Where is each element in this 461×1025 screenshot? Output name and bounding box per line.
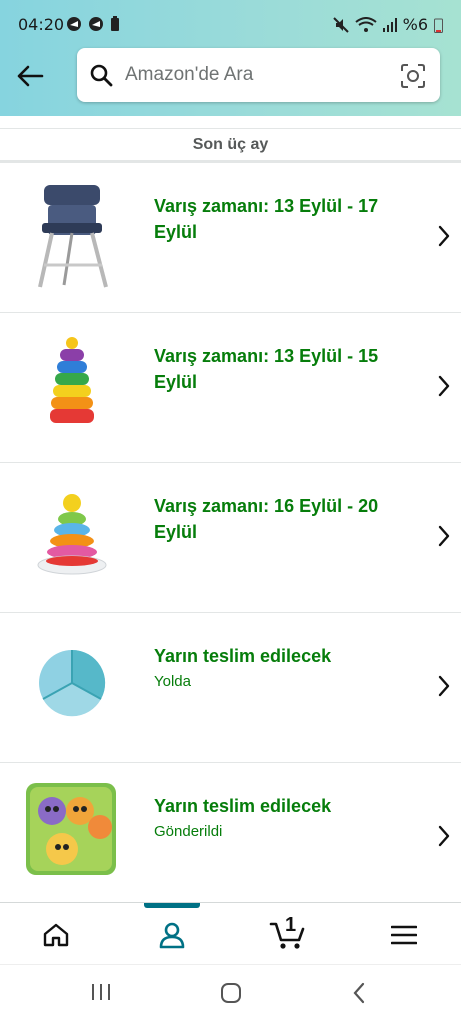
- chevron-right-icon: [438, 525, 450, 547]
- search-input[interactable]: Amazon'de Ara: [125, 64, 253, 86]
- tab-home[interactable]: [26, 913, 86, 957]
- delivery-status: Varış zamanı: 16 Eylül - 20 Eylül: [154, 496, 379, 542]
- chevron-right-icon: [438, 225, 450, 247]
- search-icon: [90, 64, 113, 87]
- tab-menu[interactable]: [374, 913, 434, 957]
- order-row[interactable]: Yarın teslim edilecek Gönderildi: [0, 763, 461, 913]
- user-icon: [159, 922, 185, 949]
- order-row[interactable]: Varış zamanı: 13 Eylül - 17 Eylül: [0, 163, 461, 313]
- order-info: Varış zamanı: 13 Eylül - 17 Eylül: [154, 193, 404, 245]
- delivery-status: Yarın teslim edilecek: [154, 646, 332, 666]
- menu-icon: [391, 925, 417, 945]
- bottom-tab-bar: [0, 902, 461, 965]
- shipment-status: Gönderildi: [154, 823, 223, 840]
- order-row[interactable]: Yarın teslim edilecek Yolda: [0, 613, 461, 763]
- app-icon: [89, 17, 103, 31]
- home-icon: [43, 923, 69, 947]
- battery-notification-icon: [111, 16, 119, 31]
- status-bar: 04:20 %6: [0, 0, 461, 50]
- chevron-right-icon: [438, 825, 450, 847]
- stacking-rings-thumbnail: [50, 337, 94, 423]
- order-info: Varış zamanı: 13 Eylül - 15 Eylül: [154, 343, 404, 395]
- signal-icon: [382, 17, 397, 32]
- section-heading: Son üç ay: [0, 128, 461, 161]
- tab-account[interactable]: [142, 913, 202, 957]
- delivery-status: Varış zamanı: 13 Eylül - 15 Eylül: [154, 346, 379, 392]
- camera-scan-icon: [401, 64, 425, 88]
- order-info: Yarın teslim edilecek Yolda: [154, 643, 404, 690]
- clock: 04:20: [18, 15, 65, 34]
- battery-icon: [434, 18, 443, 33]
- active-tab-indicator: [144, 903, 200, 908]
- battery-percent: %6: [402, 15, 428, 34]
- wifi-icon: [354, 16, 377, 32]
- delivery-status: Yarın teslim edilecek: [154, 796, 332, 816]
- mute-icon: [332, 16, 349, 33]
- order-row[interactable]: Varış zamanı: 13 Eylül - 15 Eylül: [0, 313, 461, 463]
- chevron-right-icon: [438, 675, 450, 697]
- notification-icons: [66, 16, 120, 32]
- stacking-rings-thumbnail: [37, 494, 107, 575]
- system-navigation-bar: [0, 964, 461, 1025]
- chevron-right-icon: [438, 375, 450, 397]
- search-bar[interactable]: Amazon'de Ara: [77, 48, 440, 102]
- high-chair-thumbnail: [38, 185, 108, 288]
- arrow-left-icon: [17, 65, 44, 87]
- delivery-status: Varış zamanı: 13 Eylül - 17 Eylül: [154, 196, 379, 242]
- divided-plate-thumbnail: [39, 649, 106, 717]
- home-button-icon: [221, 983, 241, 1003]
- header: 04:20 %6 Amazon'de Ara: [0, 0, 461, 116]
- cart-count-badge: 1: [285, 914, 297, 936]
- shipment-status: Yolda: [154, 673, 191, 690]
- order-info: Yarın teslim edilecek Gönderildi: [154, 793, 404, 840]
- system-icons: %6: [332, 15, 443, 34]
- soft-book-thumbnail: [26, 783, 116, 875]
- back-nav-icon: [353, 982, 365, 1004]
- order-row[interactable]: Varış zamanı: 16 Eylül - 20 Eylül: [0, 463, 461, 613]
- recent-apps-icon: [92, 984, 110, 1000]
- app-icon: [67, 17, 81, 31]
- order-info: Varış zamanı: 16 Eylül - 20 Eylül: [154, 493, 404, 545]
- back-button[interactable]: [12, 58, 48, 94]
